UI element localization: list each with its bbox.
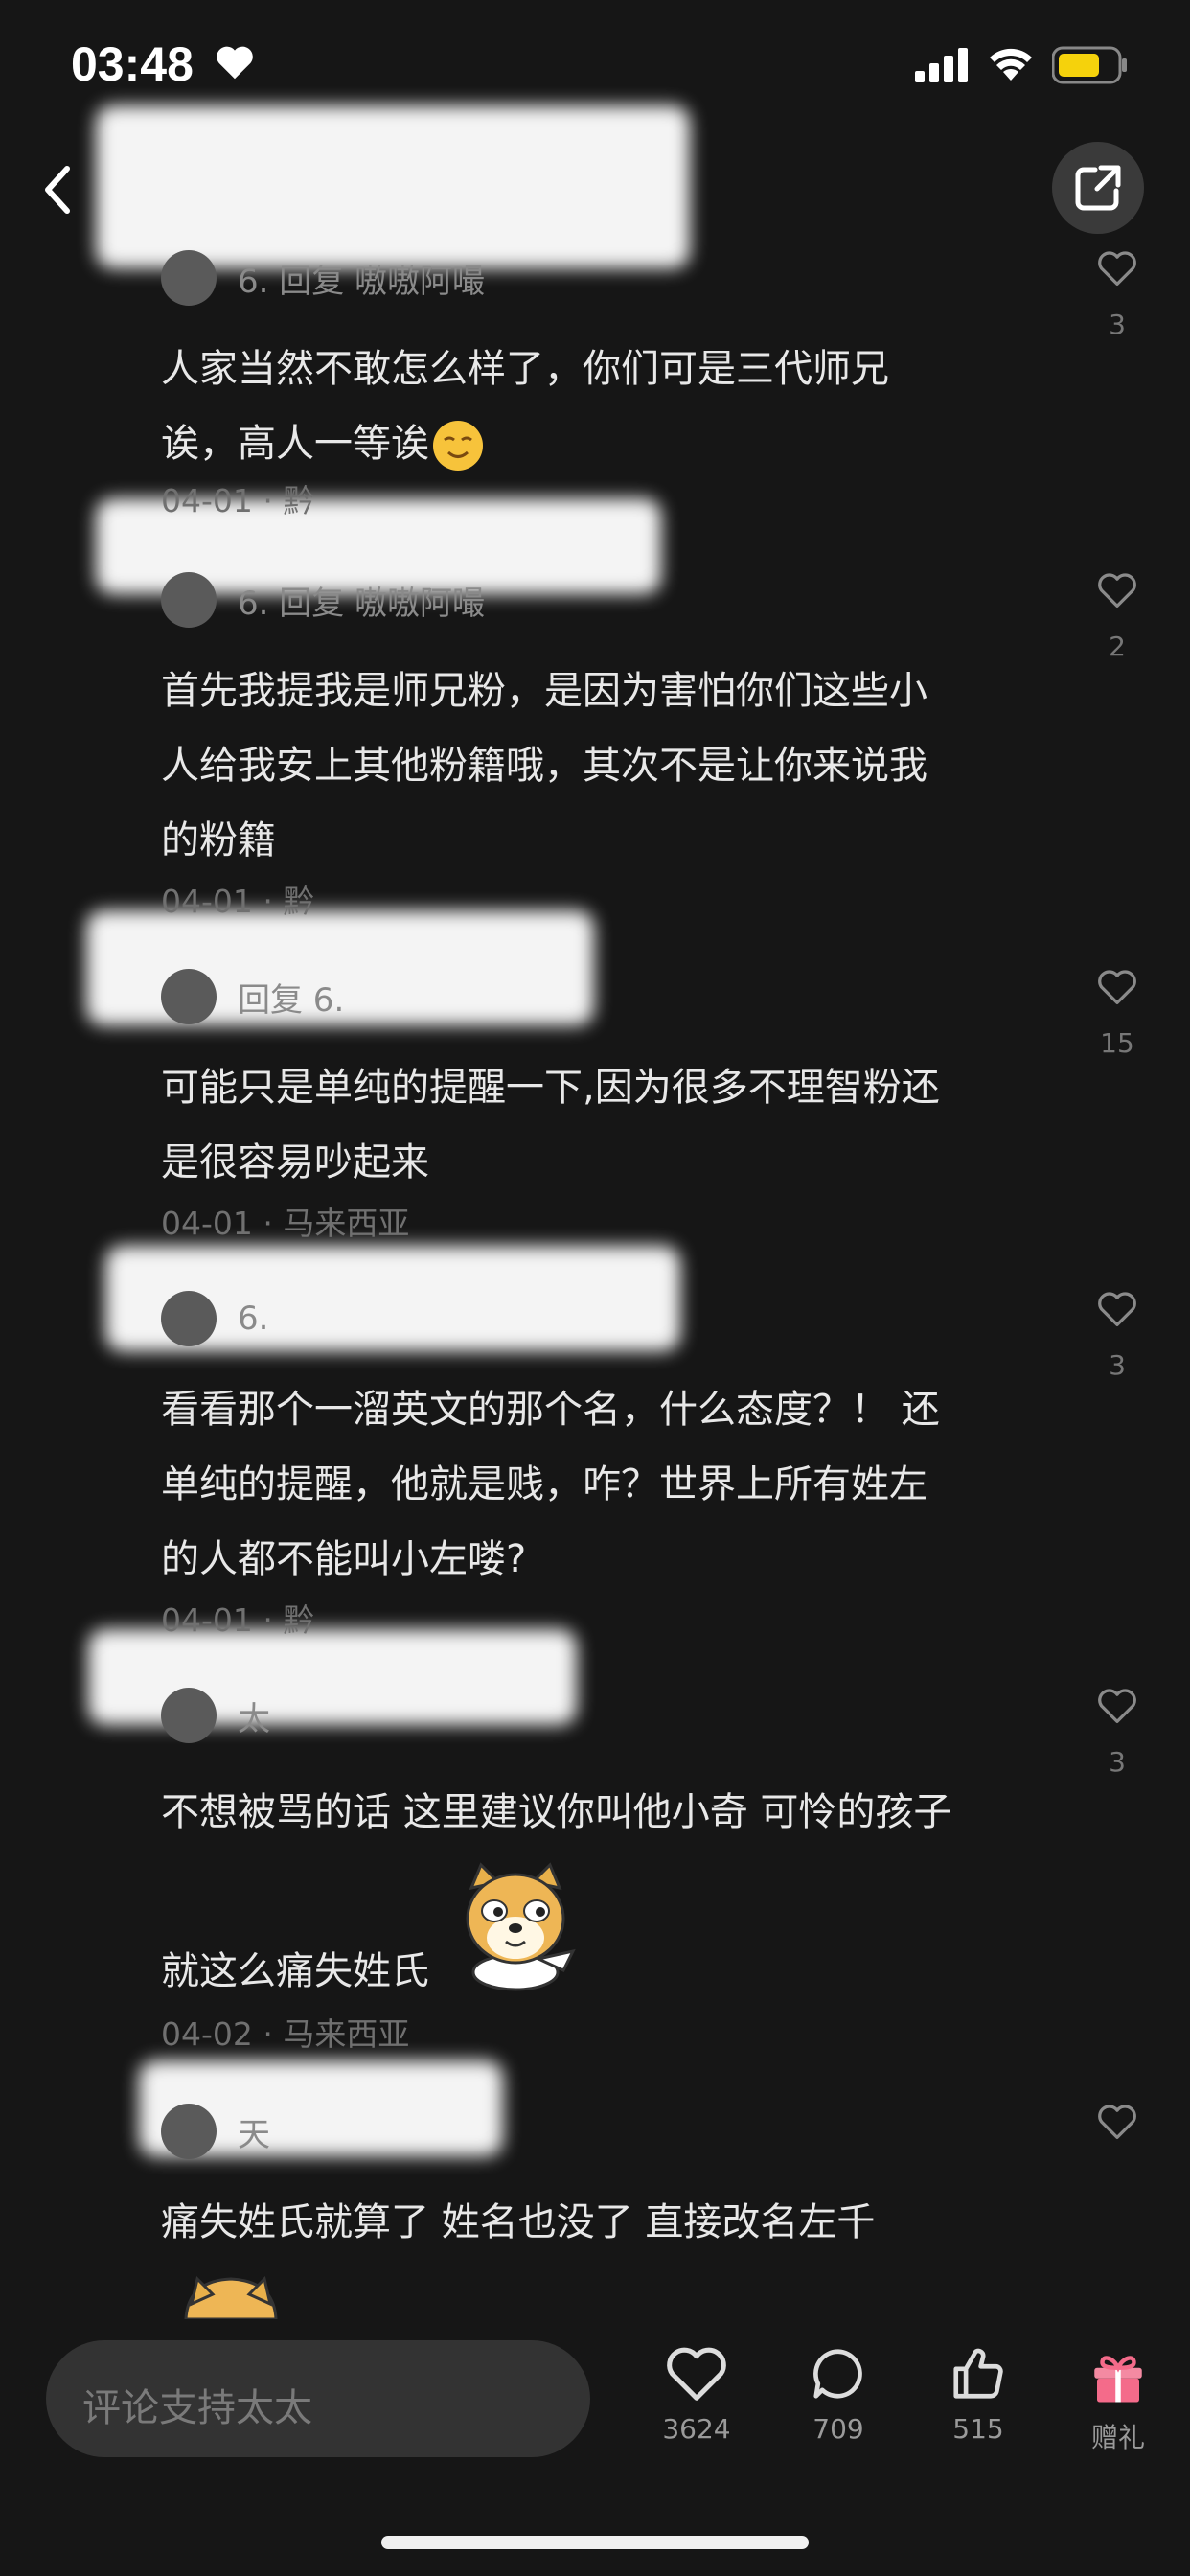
heart-outline-icon [1098, 970, 1136, 1004]
comment-meta: 04-01 · 黔 [161, 1601, 315, 1639]
comment-meta: 04-01 · 马来西亚 [161, 1205, 410, 1242]
comment-header: 6. [161, 1290, 268, 1347]
avatar[interactable] [161, 2104, 217, 2159]
like-button[interactable]: 3624 [644, 2344, 749, 2445]
gift-label: 赠礼 [1090, 2422, 1145, 2453]
comment-header: 6. 回复 嗷嗷阿嘬 [161, 571, 485, 629]
comment-author[interactable]: 6. 回复 嗷嗷阿嘬 [238, 577, 485, 624]
doge-sticker-icon [184, 2276, 278, 2319]
share-icon [1075, 165, 1121, 211]
comment-meta: 04-01 · 黔 [161, 482, 315, 519]
avatar[interactable] [161, 250, 217, 306]
comment-text: 不想被骂的话 这里建议你叫他小奇 可怜的孩子 就这么痛失姓氏 [161, 1769, 1004, 2014]
comment-input-placeholder: 评论支持太太 [82, 2386, 312, 2430]
comment-line: 人给我安上其他粉籍哦，其次不是让你来说我 [161, 744, 927, 788]
comment-bubble-icon [813, 2349, 862, 2399]
comment-header: 6. 回复 嗷嗷阿嘬 [161, 249, 485, 307]
comment-text: 首先我提我是师兄粉，是因为害怕你们这些小 人给我安上其他粉籍哦，其次不是让你来说… [161, 654, 1004, 878]
battery-icon [1052, 46, 1127, 84]
gift-icon [1094, 2356, 1142, 2403]
bottom-action-bar: 评论支持太太 3624 709 515 赠礼 [0, 2319, 1190, 2576]
redaction-overlay [96, 105, 690, 268]
comment-header: 天 [161, 2103, 270, 2160]
comment-text: 人家当然不敢怎么样了，你们可是三代师兄 诶，高人一等诶 [161, 332, 1004, 481]
comment-line: 的人都不能叫小左喽? [161, 1537, 527, 1581]
comment-like-button[interactable]: 2 [1092, 571, 1142, 662]
comment-text: 看看那个一溜英文的那个名，什么态度？！ 还 单纯的提醒，他就是贱，咋？世界上所有… [161, 1372, 1004, 1597]
comment-author[interactable]: 太 [238, 1692, 270, 1739]
signal-icon [915, 48, 968, 82]
avatar[interactable] [161, 1291, 217, 1346]
status-time: 03:48 [71, 37, 194, 91]
comment-meta: 04-02 · 马来西亚 [161, 2015, 410, 2053]
comment-like-button[interactable]: 15 [1092, 968, 1142, 1059]
comment-count: 709 [812, 2413, 864, 2445]
thumb-count: 515 [952, 2413, 1004, 2445]
home-indicator [381, 2536, 809, 2549]
doge-sticker-icon [466, 1862, 576, 1991]
comment-line: 的粉籍 [161, 818, 276, 862]
comment-line-with-emoji: 诶，高人一等诶 [161, 406, 1004, 481]
comment-like-button[interactable] [1092, 2103, 1142, 2162]
comment-line: 看看那个一溜英文的那个名，什么态度？！ 还 [161, 1388, 940, 1432]
avatar[interactable] [161, 1688, 217, 1743]
comment-author[interactable]: 回复 6. [238, 974, 344, 1021]
heart-outline-icon [1098, 573, 1136, 608]
like-count: 3624 [662, 2413, 731, 2445]
heart-outline-icon [1098, 251, 1136, 286]
wifi-icon [990, 48, 1032, 80]
comment-line [161, 1855, 1004, 1928]
share-button[interactable] [1052, 142, 1144, 234]
heart-outline-icon [1098, 1292, 1136, 1326]
like-count: 3 [1109, 1349, 1126, 1381]
comment-text: 可能只是单纯的提醒一下,因为很多不理智粉还 是很容易吵起来 [161, 1050, 1004, 1200]
thumb-up-button[interactable]: 515 [926, 2344, 1031, 2445]
avatar[interactable] [161, 572, 217, 628]
comment-like-button[interactable]: 3 [1092, 1687, 1142, 1778]
like-count: 15 [1100, 1027, 1134, 1059]
like-count: 2 [1109, 631, 1126, 662]
comment-author[interactable]: 6. 回复 嗷嗷阿嘬 [238, 255, 485, 302]
comment-meta: 04-01 · 黔 [161, 883, 315, 920]
comment-header: 回复 6. [161, 968, 344, 1025]
comment-line: 是很容易吵起来 [161, 1140, 429, 1184]
relieved-face-emoji-icon [433, 421, 483, 471]
like-count: 3 [1109, 309, 1126, 340]
comment-like-button[interactable]: 3 [1092, 1290, 1142, 1381]
comment-author[interactable]: 6. [238, 1300, 268, 1338]
comment-line: 首先我提我是师兄粉，是因为害怕你们这些小 [161, 669, 927, 713]
avatar[interactable] [161, 969, 217, 1024]
comment-like-button[interactable]: 3 [1092, 249, 1142, 340]
comment-header: 太 [161, 1687, 270, 1744]
heart-outline-icon [1098, 2104, 1136, 2139]
comment-line: 可能只是单纯的提醒一下,因为很多不理智粉还 [161, 1066, 940, 1110]
comment-line: 单纯的提醒，他就是贱，咋？世界上所有姓左 [161, 1462, 927, 1506]
comment-text: 痛失姓氏就算了 姓名也没了 直接改名左千 [161, 2185, 1004, 2260]
gift-button[interactable]: 赠礼 [1065, 2344, 1171, 2455]
comment-button[interactable]: 709 [786, 2344, 891, 2445]
comment-line: 诶，高人一等诶 [161, 422, 429, 466]
heart-status-icon [217, 46, 253, 80]
comment-author[interactable]: 天 [238, 2108, 270, 2155]
comment-line: 痛失姓氏就算了 姓名也没了 直接改名左千 [161, 2200, 876, 2244]
like-count: 3 [1109, 1746, 1126, 1778]
back-chevron-icon[interactable] [38, 163, 77, 217]
heart-outline-icon [1098, 1689, 1136, 1723]
heart-icon [667, 2347, 726, 2401]
comment-line: 人家当然不敢怎么样了，你们可是三代师兄 [161, 347, 889, 391]
comment-input[interactable]: 评论支持太太 [46, 2340, 590, 2457]
thumb-up-icon [953, 2348, 1003, 2399]
comment-line: 不想被骂的话 这里建议你叫他小奇 可怜的孩子 [161, 1790, 952, 1834]
comment-line: 就这么痛失姓氏 [161, 1949, 429, 1993]
